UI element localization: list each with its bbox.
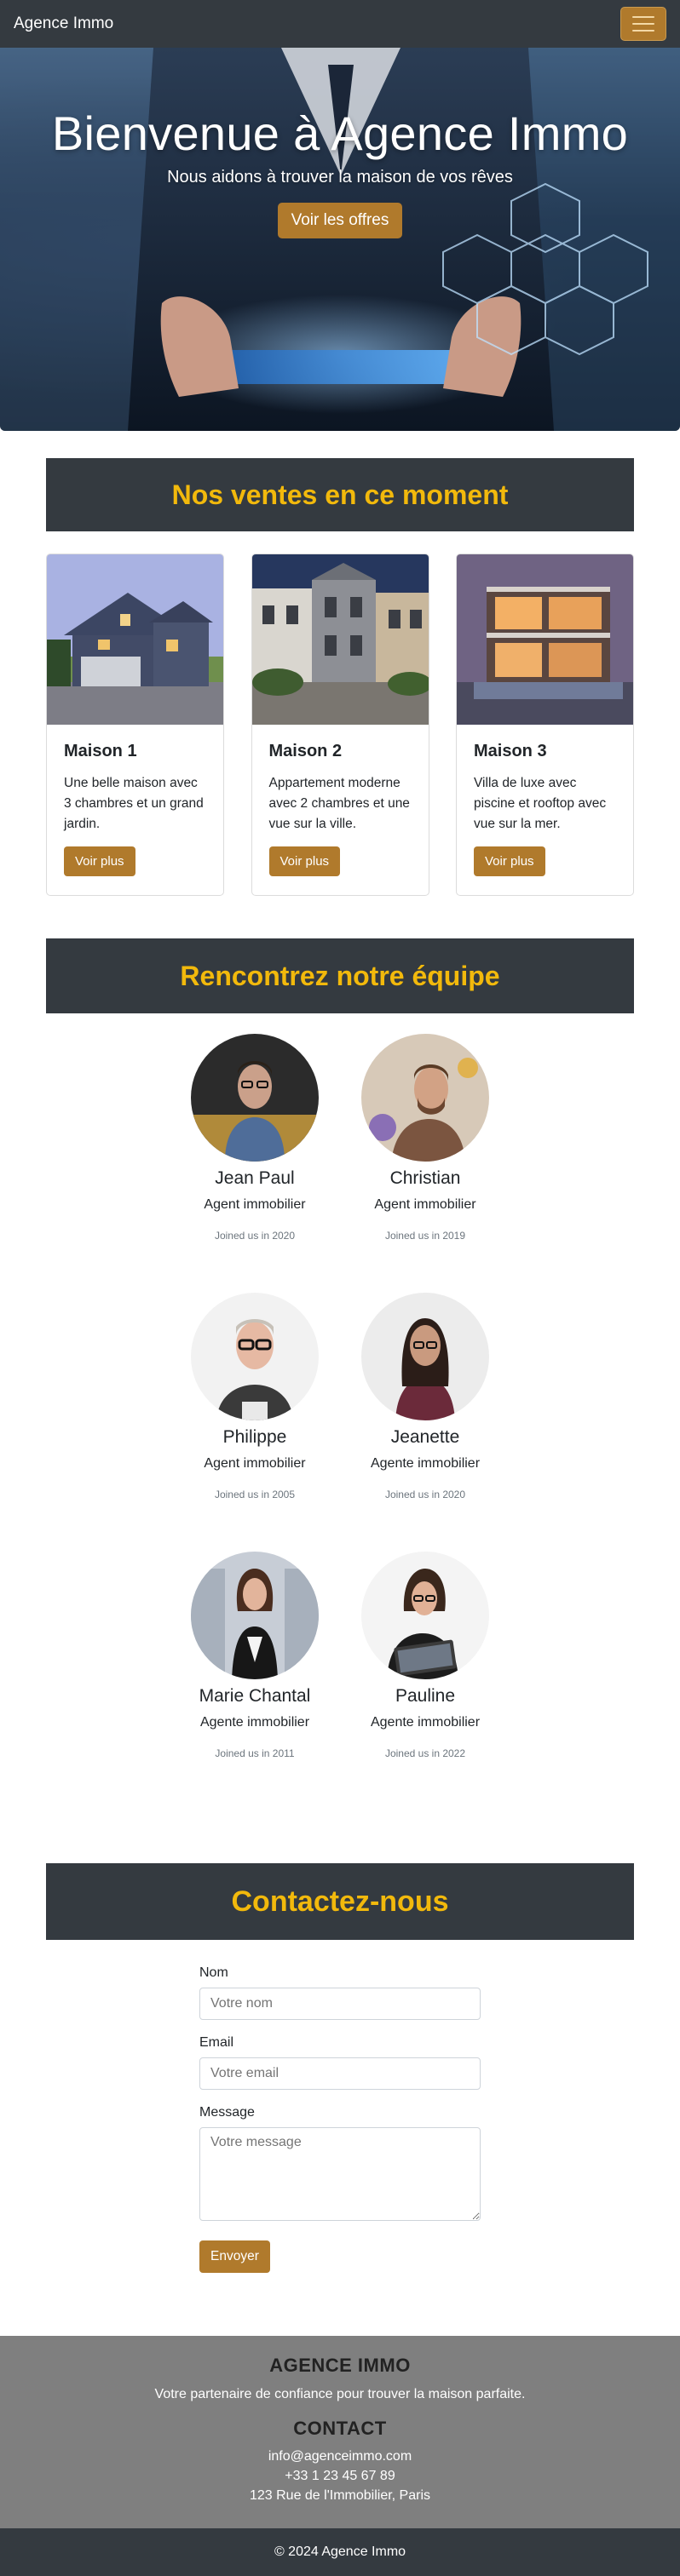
footer: AGENCE IMMO Votre partenaire de confianc… [0,2336,680,2528]
team-member-card: Jeanette Agente immobilier Joined us in … [349,1293,502,1552]
submit-button[interactable]: Envoyer [199,2240,270,2273]
listing-title: Maison 3 [474,742,547,760]
team-member-card: Philippe Agent immobilier Joined us in 2… [178,1293,331,1552]
view-offers-button[interactable]: Voir les offres [277,203,403,238]
hero-title: Bienvenue à Agence Immo [51,106,629,160]
team-member-role: Agente immobilier [199,1715,310,1730]
message-textarea[interactable] [199,2127,481,2221]
hero-content: Bienvenue à Agence Immo Nous aidons à tr… [0,106,680,238]
contact-heading: Contactez-nous [46,1863,634,1940]
copyright-bar: © 2024 Agence Immo [0,2528,680,2576]
listing-description: Villa de luxe avec piscine et rooftop av… [474,776,607,831]
team-member-name: Philippe [222,1427,287,1447]
footer-contact-heading: CONTACT [293,2418,387,2439]
team-member-card: Christian Agent immobilier Joined us in … [349,1034,502,1293]
team-member-joined: Joined us in 2020 [214,1230,296,1242]
view-more-button[interactable]: Voir plus [268,846,341,876]
listing-card: Maison 1 Une belle maison avec 3 chambre… [46,554,224,896]
team-member-card: Jean Paul Agent immobilier Joined us in … [178,1034,331,1293]
copyright-text: © 2024 Agence Immo [274,2544,406,2559]
message-label: Message [199,2105,255,2120]
listings-section: Nos ventes en ce moment Maison 1 Une bel… [0,458,680,896]
team-member-photo [191,1034,319,1162]
team-section: Rencontrez notre équipe Jean Paul Agent … [0,938,680,1810]
team-member-name: Christian [389,1168,461,1188]
listing-description: Appartement moderne avec 2 chambres et u… [268,776,410,831]
team-member-joined: Joined us in 2005 [214,1489,296,1500]
navbar-toggler-button[interactable] [620,7,666,41]
team-member-role: Agente immobilier [370,1456,481,1471]
team-member-name: Marie Chantal [199,1686,311,1706]
hamburger-line [632,30,654,32]
team-member-joined: Joined us in 2020 [384,1489,466,1500]
team-member-role: Agent immobilier [204,1456,306,1471]
footer-company-heading: AGENCE IMMO [269,2355,411,2376]
hero-banner: Bienvenue à Agence Immo Nous aidons à tr… [0,48,680,431]
listing-card: Maison 2 Appartement moderne avec 2 cham… [251,554,429,896]
view-more-button[interactable]: Voir plus [64,846,135,876]
team-member-joined: Joined us in 2011 [215,1747,295,1759]
footer-address: 123 Rue de l'Immobilier, Paris [249,2488,431,2503]
listing-title: Maison 2 [268,742,343,760]
team-member-name: Jean Paul [215,1168,295,1188]
name-label: Nom [199,1965,228,1980]
team-member-photo [191,1552,319,1679]
listings-heading: Nos ventes en ce moment [46,458,634,531]
view-more-button[interactable]: Voir plus [474,846,545,876]
team-heading: Rencontrez notre équipe [46,938,634,1013]
team-member-name: Pauline [395,1686,456,1706]
contact-section: Contactez-nous Nom Email Message Envoyer [0,1863,680,2273]
team-member-role: Agente immobilier [370,1715,481,1730]
hamburger-menu-icon [632,16,654,18]
team-member-name: Jeanette [390,1427,460,1447]
listing-card: Maison 3 Villa de luxe avec piscine et r… [456,554,634,896]
team-member-photo [361,1034,489,1162]
house-2-image [251,554,429,725]
email-input[interactable] [199,2057,481,2090]
listing-title: Maison 1 [64,742,137,760]
navbar-brand[interactable]: Agence Immo [14,14,113,33]
footer-phone: +33 1 23 45 67 89 [285,2469,395,2483]
team-member-card: Pauline Agente immobilier Joined us in 2… [349,1552,502,1810]
team-member-joined: Joined us in 2019 [384,1230,466,1242]
footer-email-link[interactable]: info@agenceimmo.com [0,2447,680,2466]
team-member-photo [361,1552,489,1679]
team-member-role: Agent immobilier [374,1197,476,1212]
name-input[interactable] [199,1988,481,2020]
house-3-image [457,554,633,725]
hero-subtitle: Nous aidons à trouver la maison de vos r… [167,168,513,186]
contact-form: Nom Email Message Envoyer [199,1965,481,2273]
hamburger-line [632,23,654,25]
house-1-image [47,554,223,725]
team-member-joined: Joined us in 2022 [384,1747,466,1759]
team-member-photo [191,1293,319,1420]
footer-tagline: Votre partenaire de confiance pour trouv… [154,2387,526,2401]
team-member-card: Marie Chantal Agente immobilier Joined u… [178,1552,331,1810]
navbar: Agence Immo [0,0,680,48]
listings-cards: Maison 1 Une belle maison avec 3 chambre… [46,554,634,896]
listing-description: Une belle maison avec 3 chambres et un g… [64,776,204,831]
team-member-photo [361,1293,489,1420]
team-member-role: Agent immobilier [204,1197,306,1212]
email-label: Email [199,2035,234,2050]
team-grid: Jean Paul Agent immobilier Joined us in … [178,1034,502,1810]
